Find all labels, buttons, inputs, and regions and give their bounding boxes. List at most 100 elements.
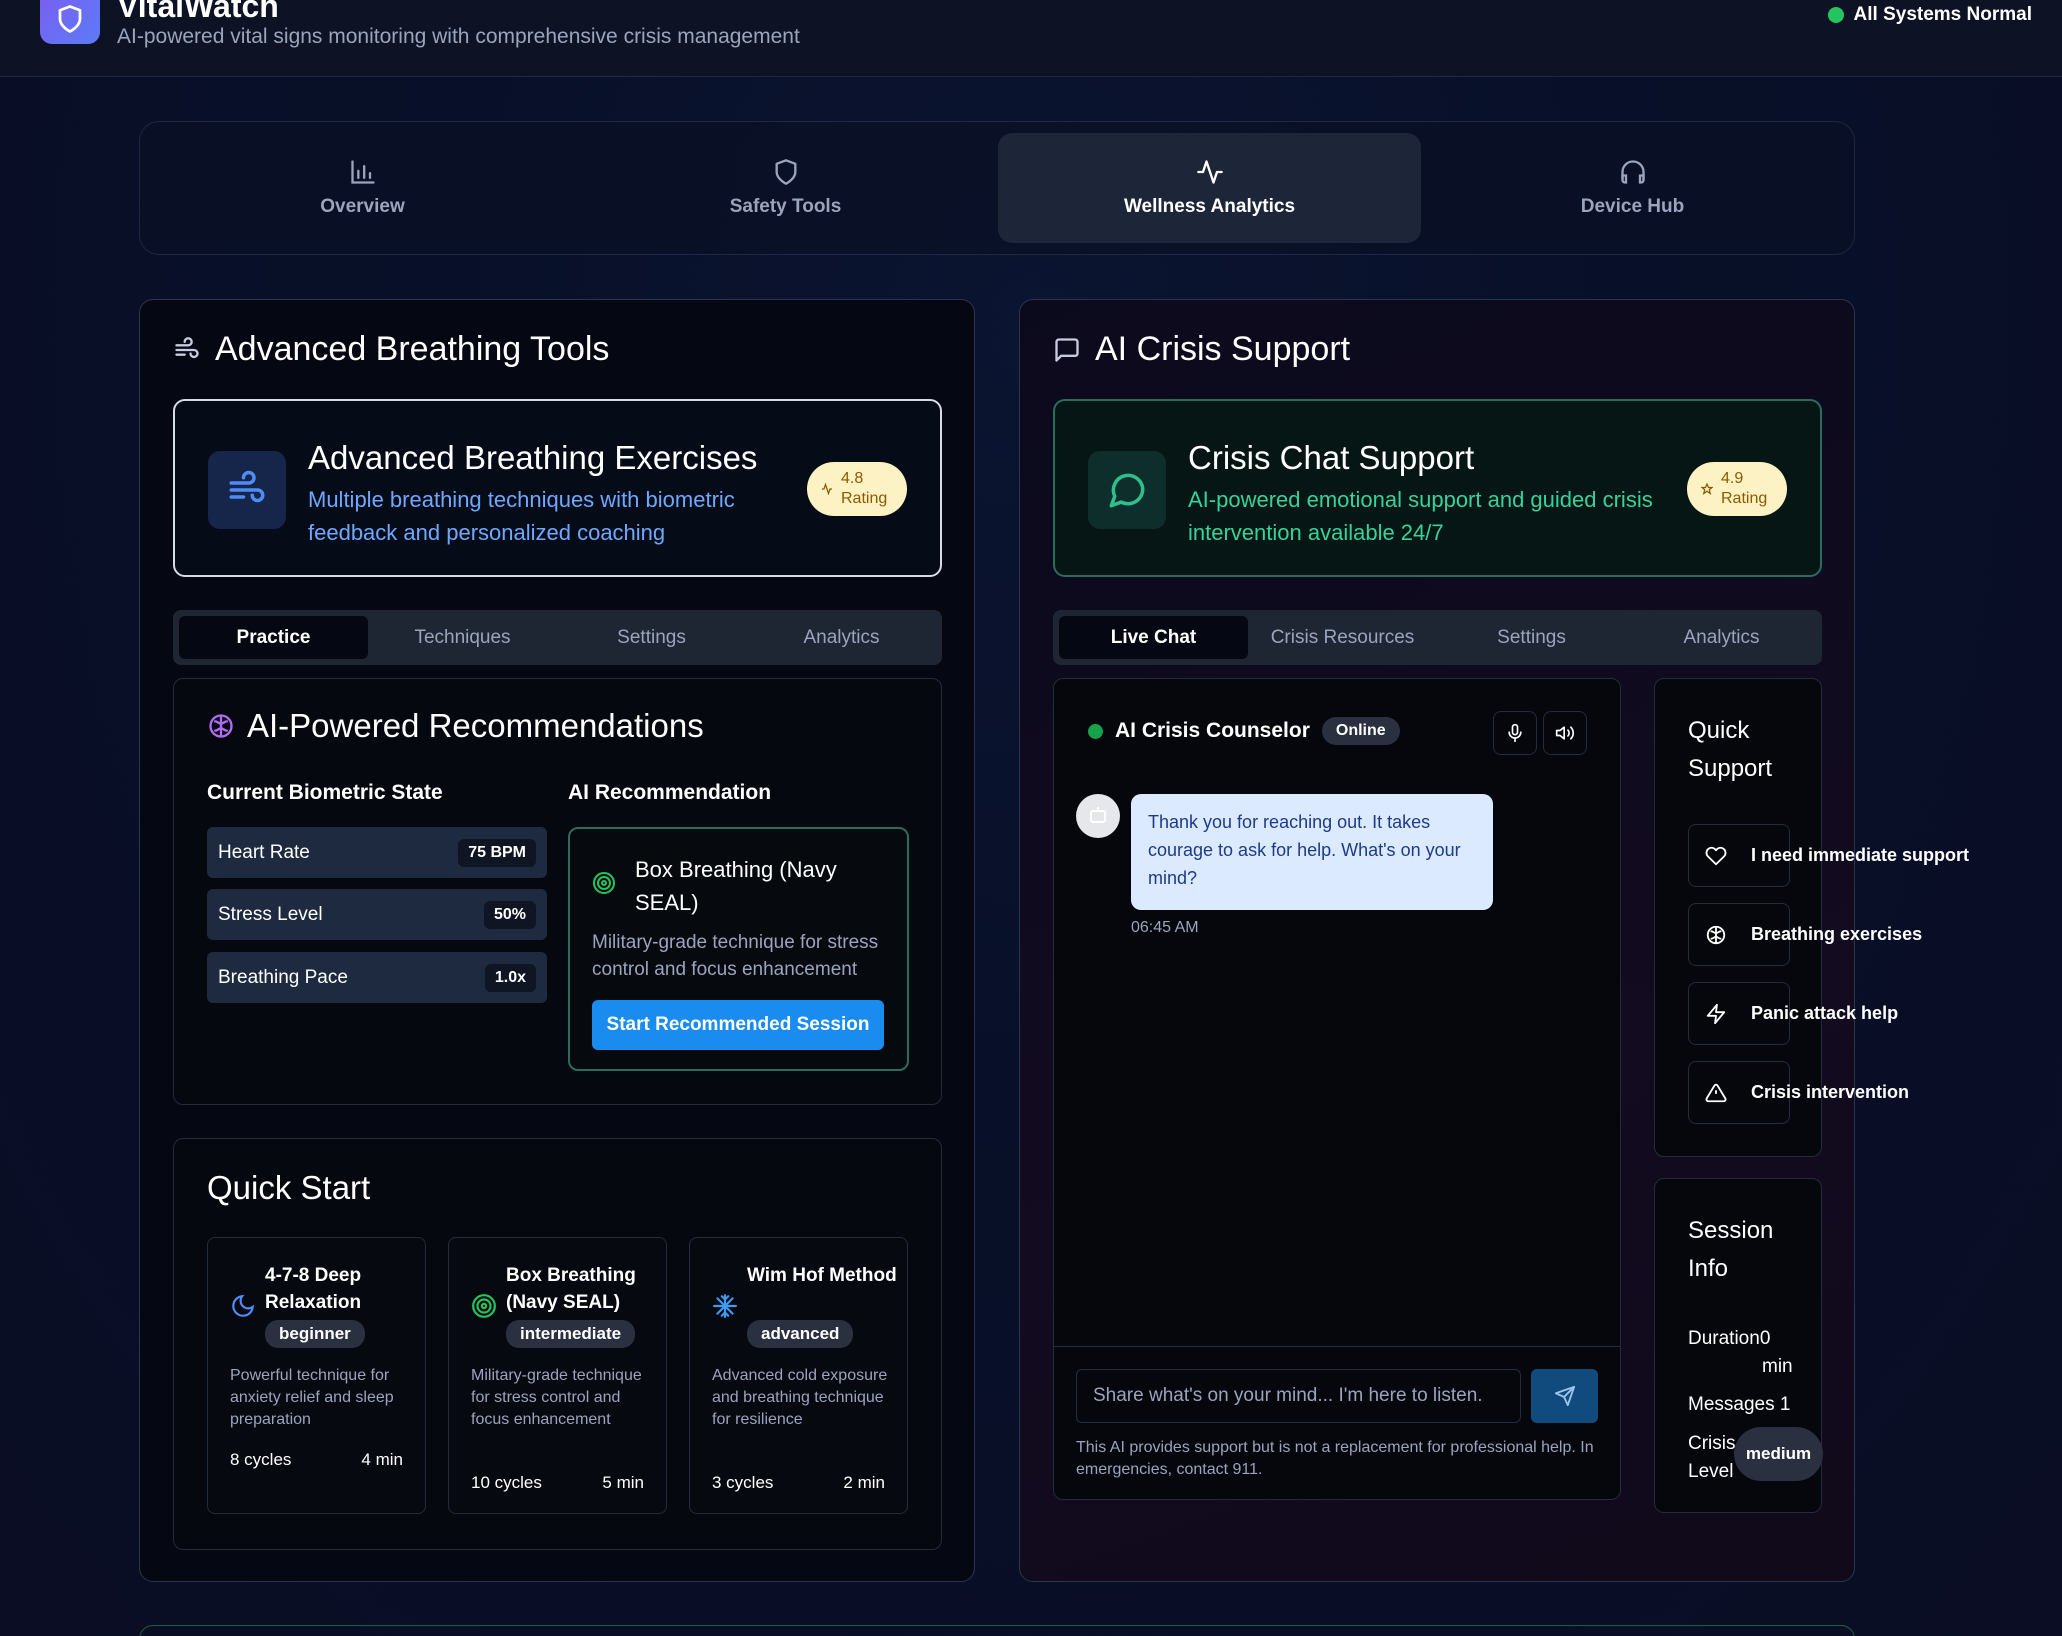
metric-breathing-pace: Breathing Pace 1.0x [207,952,547,1003]
main-nav: Overview Safety Tools Wellness Analytics… [139,121,1855,255]
recommendations-box: AI-Powered Recommendations Current Biome… [173,678,942,1105]
tab-label: Device Hub [1580,196,1685,217]
chat-input[interactable] [1076,1369,1521,1423]
panic-attack-button[interactable]: Panic attack help [1688,982,1898,1045]
breathing-sub-tabs: Practice Techniques Settings Analytics [173,610,942,665]
tab-practice[interactable]: Practice [179,616,368,659]
message-timestamp: 06:45 AM [1131,919,1199,936]
tab-settings[interactable]: Settings [557,616,746,659]
technique-name: 4-7-8 Deep Relaxation [265,1265,362,1313]
tab-analytics[interactable]: Analytics [747,616,936,659]
tab-safety-tools[interactable]: Safety Tools [574,133,997,243]
send-button[interactable] [1531,1369,1598,1423]
microphone-icon [1508,723,1522,743]
crisis-sub-tabs: Live Chat Crisis Resources Settings Anal… [1053,610,1822,665]
app-title: VitalWatch [117,0,279,24]
brain-icon [209,714,233,738]
wind-icon [175,336,199,358]
feature-title: Crisis Chat Support [1188,439,1475,476]
technique-description: Military-grade technique for stress cont… [471,1367,642,1428]
target-icon [472,1294,496,1318]
biometric-heading: Current Biometric State [207,781,443,804]
bar-chart-icon [350,160,375,184]
quick-start-card[interactable]: Box Breathing (Navy SEAL) intermediate M… [448,1237,667,1514]
tab-device-hub[interactable]: Device Hub [1421,133,1844,243]
crisis-support-panel: AI Crisis Support Crisis Chat Support AI… [1019,299,1969,1582]
session-info-title: Session Info [1688,1217,1774,1282]
rating-badge: 4.8 Rating [807,462,907,516]
crisis-level-badge: medium [1734,1427,1823,1481]
snowflake-icon [713,1294,737,1318]
metric-heart-rate: Heart Rate 75 BPM [207,827,547,878]
tab-wellness-analytics[interactable]: Wellness Analytics [998,133,1421,243]
heart-icon [1705,846,1727,865]
chat-window: AI Crisis Counselor Online Thank you for… [1053,678,1621,1500]
session-info-box: Session Info Duration0 min Messages 1 Cr… [1654,1178,1823,1513]
tab-overview[interactable]: Overview [151,133,574,243]
online-dot [1088,723,1103,739]
tab-label: Wellness Analytics [1123,196,1296,217]
bot-icon [1090,807,1106,823]
level-badge: advanced [747,1320,854,1348]
breathing-feature-card: Advanced Breathing Exercises Multiple br… [173,399,942,577]
bot-message: Thank you for reaching out. It takes cou… [1131,794,1493,910]
rating-badge: 4.9 Rating [1687,462,1787,516]
counselor-header: AI Crisis Counselor Online [1088,717,1400,745]
moon-icon [232,1294,255,1317]
alert-triangle-icon [1705,1083,1727,1102]
immediate-support-button[interactable]: I need immediate support [1688,824,1969,887]
panel-title: Advanced Breathing Tools [173,330,609,369]
technique-name: Box Breathing (Navy SEAL) [506,1265,636,1313]
crisis-intervention-button[interactable]: Crisis intervention [1688,1061,1909,1124]
speaker-button[interactable] [1543,711,1587,755]
ai-rec-description: Military-grade technique for stress cont… [592,932,879,980]
feature-title: Advanced Breathing Exercises [308,439,758,476]
technique-name: Wim Hof Method [747,1265,897,1286]
status-text: All Systems Normal [1853,4,2032,25]
system-status: All Systems Normal [1827,4,2032,26]
level-badge: beginner [265,1320,365,1348]
disclaimer: This AI provides support but is not a re… [1076,1439,1594,1478]
quick-start-card[interactable]: 4-7-8 Deep Relaxation beginner Powerful … [207,1237,426,1514]
star-icon [1701,483,1713,495]
status-dot [1827,7,1844,23]
technique-stats: 10 cycles 5 min [471,1473,644,1492]
headphones-icon [1620,160,1645,184]
quick-support-box: Quick Support I need immediate support B… [1654,678,1969,1157]
ai-rec-title: Box Breathing (Navy SEAL) [635,857,837,915]
crisis-feature-card: Crisis Chat Support AI-powered emotional… [1053,399,1822,577]
tab-label: Overview [320,196,405,217]
bot-avatar [1076,794,1120,838]
message-square-icon [1055,337,1079,362]
recommendations-title: AI-Powered Recommendations [207,707,704,745]
next-section-card [139,1625,1855,1636]
start-recommended-session-button[interactable]: Start Recommended Session [592,1000,884,1050]
status-badge: Online [1321,717,1400,745]
technique-stats: 8 cycles 4 min [230,1450,403,1469]
quick-start-box: Quick Start 4-7-8 Deep Relaxation beginn… [173,1138,942,1550]
tab-analytics[interactable]: Analytics [1627,616,1816,659]
activity-icon [822,483,832,495]
tab-label: Safety Tools [729,196,842,217]
quick-start-card[interactable]: Wim Hof Method advanced Advanced cold ex… [689,1237,908,1514]
tab-techniques[interactable]: Techniques [368,616,557,659]
tab-settings[interactable]: Settings [1437,616,1626,659]
microphone-button[interactable] [1493,711,1537,755]
feature-description: AI-powered emotional support and guided … [1188,487,1653,545]
send-icon [1554,1385,1575,1407]
session-duration: Duration0 min [1688,1328,1793,1377]
tab-live-chat[interactable]: Live Chat [1059,616,1248,659]
tab-crisis-resources[interactable]: Crisis Resources [1248,616,1437,659]
feature-description: Multiple breathing techniques with biome… [308,487,735,545]
brain-icon [1706,925,1726,944]
wind-icon [208,451,286,529]
ai-recommendation-card: Box Breathing (Navy SEAL) Military-grade… [568,827,909,1071]
panel-title: AI Crisis Support [1053,330,1350,369]
technique-stats: 3 cycles 2 min [712,1473,885,1492]
metric-stress-level: Stress Level 50% [207,889,547,940]
app-header: VitalWatch AI-powered vital signs monito… [0,0,2062,77]
app-subtitle: AI-powered vital signs monitoring with c… [117,25,800,48]
shield-icon [775,159,796,185]
breathing-exercises-button[interactable]: Breathing exercises [1688,903,1922,966]
technique-description: Powerful technique for anxiety relief an… [230,1367,394,1428]
